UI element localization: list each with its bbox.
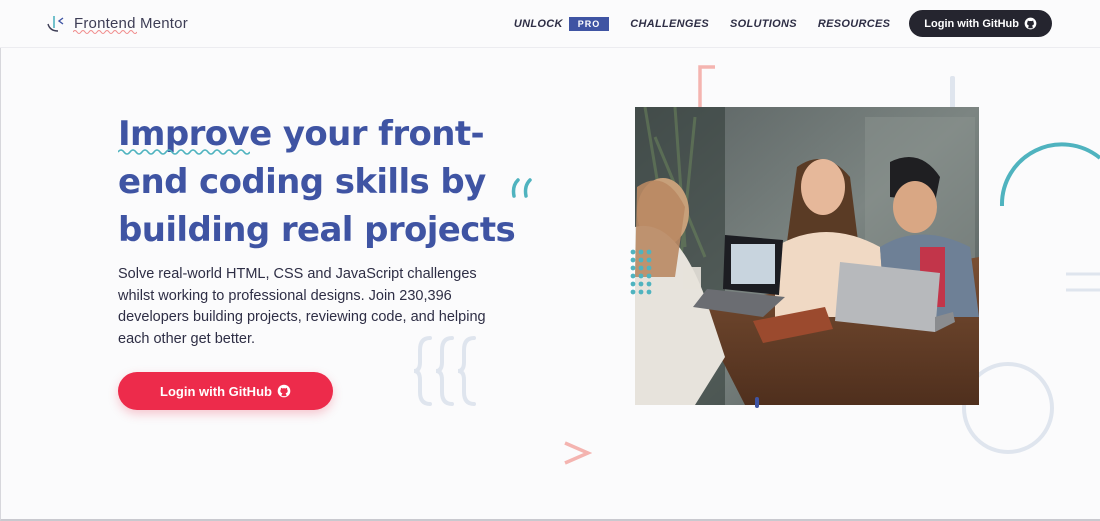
hero-photo bbox=[635, 107, 979, 405]
nav-challenges[interactable]: CHALLENGES bbox=[630, 18, 709, 30]
main-nav: UNLOCK PRO CHALLENGES SOLUTIONS RESOURCE… bbox=[514, 10, 1052, 37]
logo-icon bbox=[47, 16, 64, 32]
quote-icon bbox=[511, 178, 532, 198]
hero-login-button[interactable]: Login with GitHub bbox=[118, 372, 333, 410]
dots-grid-icon bbox=[630, 249, 652, 295]
hero-login-label: Login with GitHub bbox=[160, 383, 272, 399]
small-blue-dot-decor bbox=[755, 397, 759, 408]
corner-bracket-icon bbox=[698, 65, 715, 107]
hero-heading: Improve your front-end coding skills by … bbox=[118, 110, 538, 254]
header-login-button[interactable]: Login with GitHub bbox=[909, 10, 1052, 37]
logo-underline-icon bbox=[73, 30, 137, 34]
teal-arc-decor bbox=[999, 142, 1100, 207]
header-login-label: Login with GitHub bbox=[924, 17, 1019, 30]
pro-badge: PRO bbox=[568, 16, 610, 31]
chevron-right-icon bbox=[564, 441, 592, 465]
nav-unlock-pro[interactable]: UNLOCK PRO bbox=[513, 16, 610, 31]
brand-logo[interactable]: Frontend Mentor bbox=[46, 12, 188, 34]
github-icon bbox=[277, 384, 291, 398]
heading-squiggle-icon bbox=[118, 149, 250, 155]
nav-resources[interactable]: RESOURCES bbox=[818, 18, 890, 30]
curly-braces-icon bbox=[413, 336, 476, 406]
github-icon bbox=[1024, 17, 1037, 30]
site-header: Frontend Mentor UNLOCK PRO CHALLENGES SO… bbox=[0, 0, 1100, 48]
nav-unlock-label: UNLOCK bbox=[513, 17, 563, 30]
double-lines-decor bbox=[1066, 272, 1100, 292]
nav-solutions[interactable]: SOLUTIONS bbox=[730, 18, 797, 30]
